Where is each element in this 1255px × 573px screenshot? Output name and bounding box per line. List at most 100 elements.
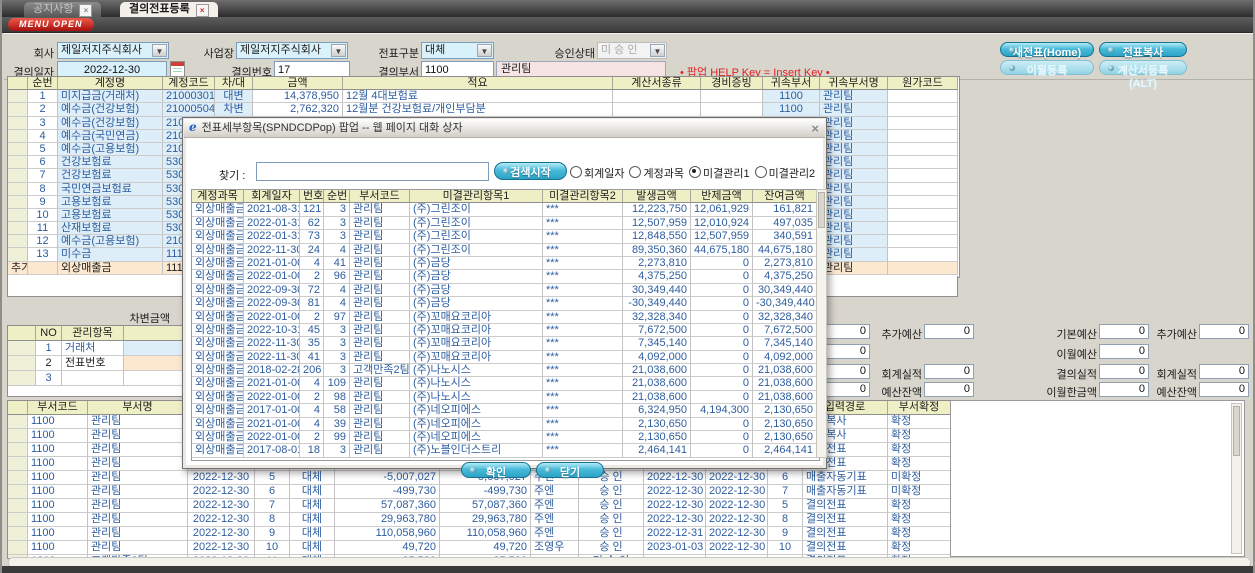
table-row[interactable]: 외상매출금 2022-01-00 2 99 관리팀 (주)네오피에스 *** 2,130,65…	[192, 431, 819, 445]
budget-field-value: 0	[924, 364, 974, 379]
radio-icon[interactable]	[629, 166, 642, 178]
table-row[interactable]: 외상매출금 2022-01-00 2 97 관리팀 (주)꼬매요코리아 *** 32,328,…	[192, 310, 819, 324]
radio-option-회계일자[interactable]: 회계일자	[570, 165, 624, 181]
calendar-icon[interactable]	[170, 61, 185, 77]
cell: 99	[324, 431, 350, 445]
scrollbar-thumb[interactable]	[1233, 406, 1240, 456]
cell	[8, 429, 28, 443]
tab-notice[interactable]: 공지사항 ×	[24, 2, 102, 17]
site-label: 사업장	[203, 48, 234, 60]
cell: 외상매출금	[192, 404, 244, 418]
cell: 12월 4대보험료	[343, 90, 613, 104]
close-button[interactable]: 닫기	[536, 462, 604, 479]
cell: 결의전표	[803, 541, 888, 555]
close-icon[interactable]: ×	[811, 120, 819, 137]
column-header	[8, 326, 36, 341]
table-row[interactable]: 외상매출금 2021-01-00 4 39 관리팀 (주)네오피에스 *** 2,130,65…	[192, 417, 819, 432]
cell: 12,223,750	[623, 203, 691, 217]
cell: 2018-02-28	[244, 364, 300, 378]
cell: 2,464,141	[753, 444, 817, 458]
table-row[interactable]: 외상매출금 2022-01-31 73 3 관리팀 (주)그린조이 *** 12,848,55…	[192, 230, 819, 244]
budget-field-value: 0	[924, 382, 974, 397]
table-row[interactable]: 외상매출금 2017-08-01 18 3 관리팀 (주)노블인더스트리 *** 2,464,…	[192, 444, 819, 458]
cell: 관리팀	[88, 541, 188, 555]
table-row[interactable]: 외상매출금 2022-11-30 24 4 관리팀 (주)그린조이 *** 89,350,36…	[192, 243, 819, 257]
cell: 확정	[888, 499, 951, 513]
cell: 29,963,780	[335, 513, 440, 527]
cell: 관리팀	[350, 297, 410, 311]
popup-scrollbar[interactable]	[816, 189, 827, 458]
cell: -499,730	[335, 485, 440, 499]
table-row[interactable]: 1100 관리팀 2022-12-30 8 대체 29,963,780 29,963,780…	[8, 513, 952, 527]
menu-open-badge[interactable]: MENU OPEN	[8, 18, 94, 31]
cell: 3	[324, 364, 350, 378]
table-row[interactable]: 2 예수금(건강보험) 21000504 차변 2,762,320 12월분 건강보험료/…	[8, 103, 959, 117]
button-label: 검색시작	[510, 167, 551, 179]
table-row[interactable]: 1100 관리팀 2022-12-30 9 대체 110,058,960 110,058,9…	[8, 527, 952, 541]
chevron-down-icon[interactable]: ▼	[152, 44, 167, 57]
confirm-button[interactable]: 확인	[461, 462, 531, 479]
company-select[interactable]: 제일저지주식회사 ▼	[57, 42, 169, 59]
cell: 0	[691, 350, 753, 365]
slip-type-select[interactable]: 대체 ▼	[421, 42, 494, 59]
radio-icon[interactable]	[570, 166, 582, 178]
open-items-table: 계정과목 회계일자 번호 순번 부서코드 미결관리항목1 미결관리항목2 발생금액 반제금액 잔여…	[191, 189, 820, 461]
table-row[interactable]: 1 미지급금(거래처) 21000301 대변 14,378,950 12월 4대보험료 1…	[8, 90, 959, 104]
cell: 승 인	[579, 527, 644, 541]
table-row[interactable]: 외상매출금 2022-01-31 62 3 관리팀 (주)그린조이 *** 12,507,95…	[192, 216, 819, 231]
table-row[interactable]: 외상매출금 2022-01-00 2 96 관리팀 (주)금당 *** 4,375,250 0 4…	[192, 270, 819, 284]
chevron-down-icon[interactable]: ▼	[477, 44, 492, 57]
vertical-scrollbar[interactable]	[1231, 403, 1242, 554]
new-slip-button[interactable]: 새전표(Home)	[1000, 42, 1094, 59]
tab-slip-register[interactable]: 결의전표등록 ×	[120, 2, 218, 17]
table-header-row: 순번 계정명 계정코드 차/대 금액 적요 계산서종류 경비증빙 귀속부서 귀속부서명 원가코드	[8, 77, 959, 91]
table-row[interactable]: 외상매출금 2021-01-00 4 109 관리팀 (주)나노시스 *** 21,038,6…	[192, 377, 819, 391]
table-row[interactable]: 외상매출금 2022-11-30 41 3 관리팀 (주)꼬매요코리아 *** 4,092,0…	[192, 350, 819, 365]
table-row[interactable]: 외상매출금 2022-09-30 81 4 관리팀 (주)금당 *** -30,349,440…	[192, 297, 819, 311]
table-row[interactable]: 외상매출금 2021-08-31 121 3 관리팀 (주)그린조이 *** 12,223,7…	[192, 203, 819, 217]
copy-slip-button[interactable]: 전표복사	[1099, 42, 1187, 59]
cell	[8, 485, 28, 499]
table-row[interactable]: 외상매출금2018-02-282063고객만족2팀(J2(주)나노시스***21…	[192, 364, 819, 378]
table-row[interactable]: 외상매출금 2021-01-00 4 41 관리팀 (주)금당 *** 2,273,810 0 2…	[192, 256, 819, 271]
cell: 외상매출금	[192, 310, 244, 324]
tab-close-icon[interactable]: ×	[79, 4, 93, 17]
cell: 45	[300, 323, 324, 338]
cell: 1100	[28, 527, 88, 541]
cell: 관리팀	[820, 195, 888, 209]
cell: 매출자동기표	[803, 471, 888, 485]
radio-icon[interactable]	[754, 166, 767, 178]
cell: 89,350,360	[623, 243, 691, 257]
table-row[interactable]: 1100 관리팀 2022-12-30 7 대체 57,087,360 57,087,360…	[8, 499, 952, 513]
radio-option-계정과목[interactable]: 계정과목	[629, 165, 684, 181]
cell: ***	[543, 216, 623, 231]
search-button[interactable]: 검색시작	[494, 162, 567, 180]
chevron-down-icon[interactable]: ▼	[331, 44, 346, 57]
cell: 주엔	[531, 527, 579, 541]
cell: 7,345,140	[753, 337, 817, 351]
table-row[interactable]: 외상매출금 2022-09-30 72 4 관리팀 (주)금당 *** 30,349,440 0…	[192, 283, 819, 298]
cell	[8, 208, 28, 223]
cell	[62, 371, 124, 386]
cell: (주)나노시스	[410, 364, 543, 378]
table-row[interactable]: 1100 관리팀 2022-12-30 6 대체 -499,730 -499,730 주엔 승 …	[8, 485, 952, 499]
tab-close-icon[interactable]: ×	[195, 4, 209, 17]
radio-option-미결관리1[interactable]: 미결관리1	[688, 165, 750, 181]
cell: 2022-12-30	[644, 471, 706, 485]
cell	[8, 235, 28, 249]
scrollbar-thumb[interactable]	[818, 192, 825, 228]
table-row[interactable]: 1100 관리팀 2022-12-30 10 대체 49,720 49,720 조영우 승 인2…	[8, 541, 952, 555]
column-header: 회계일자	[244, 190, 300, 204]
cell: 58	[324, 404, 350, 418]
cell: 2022-12-30	[188, 499, 255, 513]
table-row[interactable]: 외상매출금 2022-10-31 45 3 관리팀 (주)꼬매요코리아 *** 7,672,5…	[192, 323, 819, 338]
site-select[interactable]: 제일저지주식회사 ▼	[236, 42, 348, 59]
table-row[interactable]: 외상매출금 2022-11-30 35 3 관리팀 (주)꼬매요코리아 *** 7,345,1…	[192, 337, 819, 351]
popup-title-bar[interactable]: e 전표세부항목(SPNDCDPop) 팝업 -- 웹 페이지 대화 상자 ×	[184, 119, 825, 138]
radio-icon[interactable]	[688, 166, 701, 178]
search-input[interactable]	[256, 162, 489, 181]
cell: 미확정	[888, 471, 951, 485]
radio-option-미결관리2[interactable]: 미결관리2	[754, 165, 815, 181]
table-row[interactable]: 외상매출금 2022-01-00 2 98 관리팀 (주)나노시스 *** 21,038,60…	[192, 390, 819, 405]
table-row[interactable]: 외상매출금 2017-01-00 4 58 관리팀 (주)네오피에스 *** 6,324,95…	[192, 404, 819, 418]
